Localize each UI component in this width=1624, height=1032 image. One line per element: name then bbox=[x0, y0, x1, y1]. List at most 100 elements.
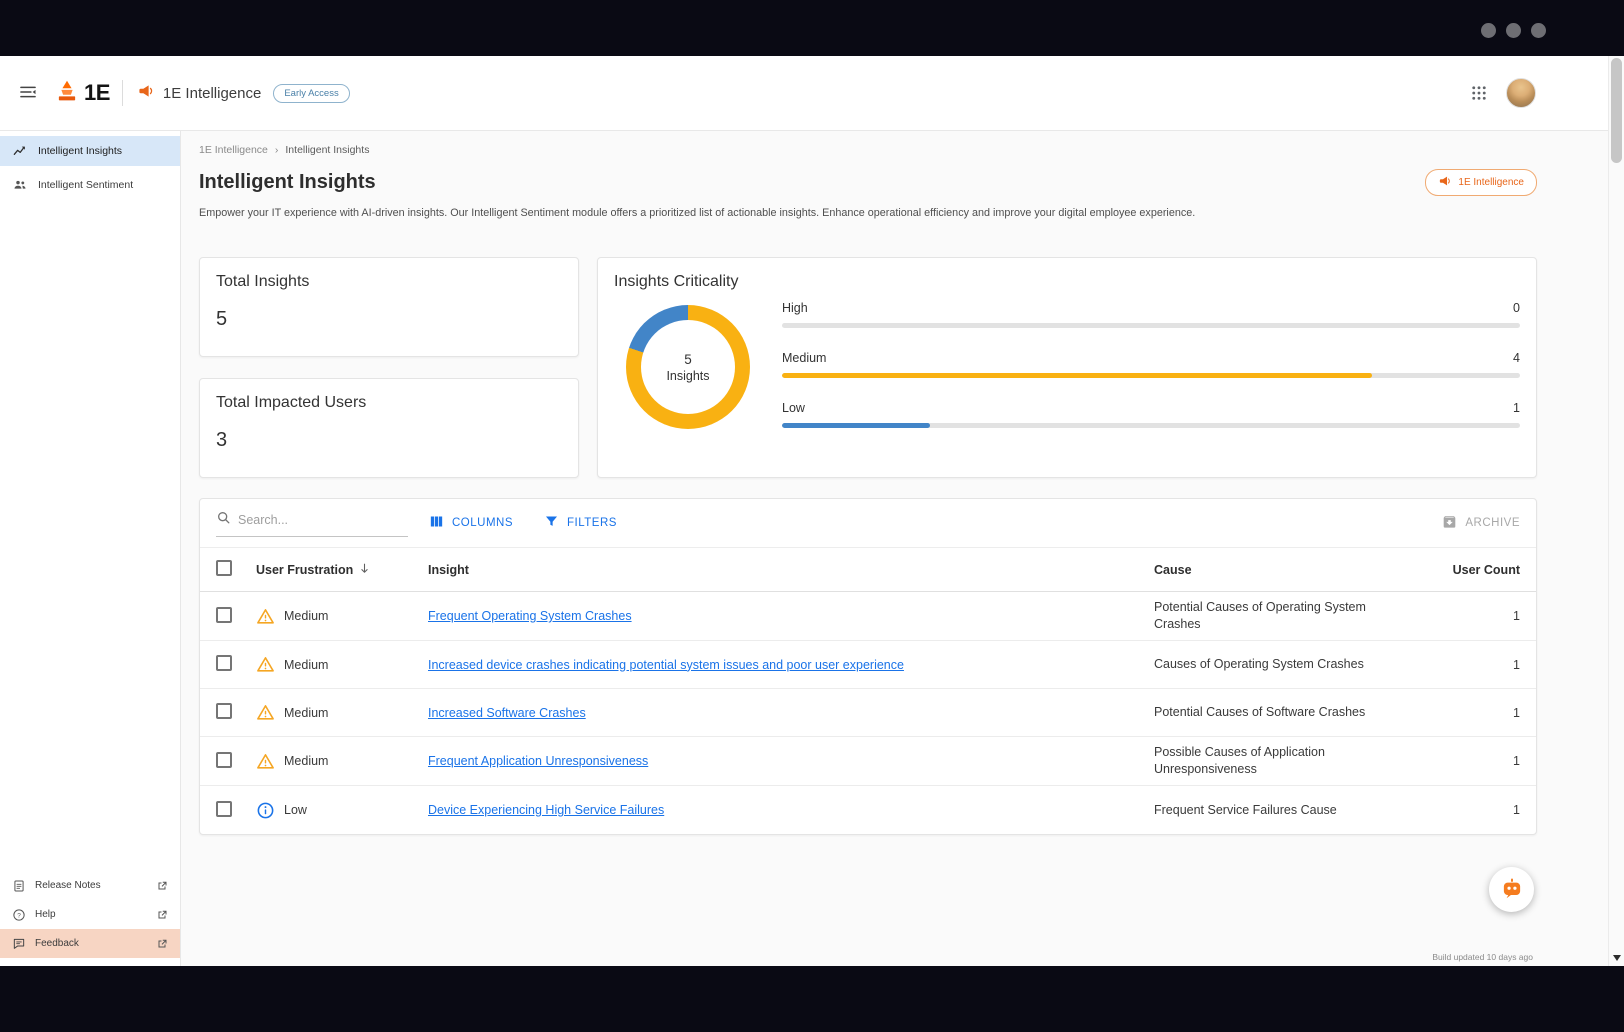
user-frustration-cell: Medium bbox=[256, 752, 428, 771]
sidebar-item-intelligent-insights[interactable]: Intelligent Insights bbox=[0, 136, 180, 166]
select-all-checkbox[interactable] bbox=[216, 560, 232, 576]
archive-button[interactable]: ARCHIVE bbox=[1441, 513, 1520, 533]
sidebar-item-release-notes[interactable]: Release Notes bbox=[0, 871, 180, 900]
table-row: Medium Frequent Application Unresponsive… bbox=[200, 737, 1536, 786]
sidebar-footer: Release Notes ? Help bbox=[0, 871, 180, 958]
user-frustration-cell: Medium bbox=[256, 703, 428, 722]
row-checkbox[interactable] bbox=[216, 607, 232, 623]
column-header-user-count[interactable]: User Count bbox=[1424, 563, 1520, 577]
sidebar-item-intelligent-sentiment[interactable]: Intelligent Sentiment bbox=[0, 170, 180, 200]
criticality-label: Medium bbox=[782, 350, 826, 367]
scrollbar-thumb[interactable] bbox=[1611, 58, 1622, 163]
app-window: 1E 1E Intelligence Early Access Int bbox=[0, 56, 1624, 966]
warning-icon bbox=[256, 752, 275, 771]
row-checkbox[interactable] bbox=[216, 655, 232, 671]
columns-icon bbox=[428, 513, 445, 533]
table-row: Medium Frequent Operating System Crashes… bbox=[200, 592, 1536, 641]
total-impacted-users-value: 3 bbox=[216, 429, 562, 452]
insights-criticality-card: Insights Criticality 5 Insights bbox=[597, 257, 1537, 478]
user-count-cell: 1 bbox=[1424, 754, 1520, 768]
megaphone-icon bbox=[1438, 174, 1452, 191]
progress-fill bbox=[782, 423, 930, 428]
columns-button[interactable]: COLUMNS bbox=[428, 513, 513, 533]
criticality-value: 1 bbox=[1513, 400, 1520, 417]
header-divider bbox=[122, 80, 123, 106]
breadcrumb: 1E Intelligence › Intelligent Insights bbox=[199, 144, 1537, 156]
window-control-dot[interactable] bbox=[1506, 23, 1521, 38]
progress-track bbox=[782, 323, 1520, 328]
insight-link[interactable]: Increased Software Crashes bbox=[428, 706, 586, 720]
severity-label: Medium bbox=[284, 609, 328, 623]
1e-intelligence-badge[interactable]: 1E Intelligence bbox=[1425, 169, 1537, 196]
severity-label: Medium bbox=[284, 754, 328, 768]
cause-cell: Frequent Service Failures Cause bbox=[1154, 795, 1392, 826]
warning-icon bbox=[256, 703, 275, 722]
column-header-cause[interactable]: Cause bbox=[1154, 563, 1424, 577]
badge-label: 1E Intelligence bbox=[1458, 177, 1524, 188]
column-header-insight[interactable]: Insight bbox=[428, 563, 1154, 577]
avatar[interactable] bbox=[1506, 78, 1536, 108]
criticality-bar-high: High 0 bbox=[782, 300, 1520, 328]
window-control-dot[interactable] bbox=[1481, 23, 1496, 38]
donut-center: 5 Insights bbox=[641, 320, 735, 414]
total-insights-card: Total Insights 5 bbox=[199, 257, 579, 357]
total-insights-value: 5 bbox=[216, 308, 562, 331]
filters-button[interactable]: FILTERS bbox=[543, 513, 617, 533]
main-content: 1E Intelligence › Intelligent Insights I… bbox=[181, 131, 1624, 966]
card-title: Total Impacted Users bbox=[216, 394, 562, 412]
insight-link[interactable]: Device Experiencing High Service Failure… bbox=[428, 803, 664, 817]
search-box[interactable] bbox=[216, 510, 408, 537]
insights-table-card: COLUMNS FILTERS bbox=[199, 498, 1537, 835]
user-count-cell: 1 bbox=[1424, 706, 1520, 720]
sort-descending-icon bbox=[357, 561, 372, 579]
progress-track bbox=[782, 373, 1520, 378]
insight-link[interactable]: Frequent Application Unresponsiveness bbox=[428, 754, 648, 768]
sidebar: Intelligent Insights Intelligent Sentime… bbox=[0, 131, 181, 966]
people-icon bbox=[12, 177, 28, 193]
table-row: Low Device Experiencing High Service Fai… bbox=[200, 786, 1536, 834]
insight-link[interactable]: Frequent Operating System Crashes bbox=[428, 609, 632, 623]
row-checkbox[interactable] bbox=[216, 801, 232, 817]
warning-icon bbox=[256, 655, 275, 674]
severity-label: Medium bbox=[284, 658, 328, 672]
columns-button-label: COLUMNS bbox=[452, 517, 513, 529]
archive-button-label: ARCHIVE bbox=[1465, 517, 1520, 529]
table-row: Medium Increased Software Crashes Potent… bbox=[200, 689, 1536, 737]
page-title: Intelligent Insights bbox=[199, 171, 376, 194]
sidebar-item-feedback[interactable]: Feedback bbox=[0, 929, 180, 958]
apps-grid-icon[interactable] bbox=[1466, 80, 1492, 106]
external-link-icon bbox=[156, 938, 168, 950]
sidebar-item-help[interactable]: ? Help bbox=[0, 900, 180, 929]
chevron-right-icon: › bbox=[275, 144, 279, 156]
row-checkbox[interactable] bbox=[216, 703, 232, 719]
vertical-scrollbar[interactable] bbox=[1608, 56, 1624, 966]
screen: 1E 1E Intelligence Early Access Int bbox=[0, 0, 1624, 1032]
sidebar-item-label: Intelligent Insights bbox=[38, 145, 122, 157]
criticality-bar-medium: Medium 4 bbox=[782, 350, 1520, 378]
assistant-fab-button[interactable] bbox=[1489, 867, 1534, 912]
window-title-bar bbox=[0, 0, 1624, 56]
column-header-user-frustration[interactable]: User Frustration bbox=[256, 561, 428, 579]
document-icon bbox=[12, 879, 26, 893]
user-count-cell: 1 bbox=[1424, 803, 1520, 817]
search-input[interactable] bbox=[238, 513, 393, 527]
progress-fill bbox=[782, 373, 1372, 378]
1e-logo-mark-icon bbox=[54, 78, 80, 109]
insights-chart-icon bbox=[12, 143, 28, 159]
scrollbar-down-button[interactable] bbox=[1609, 950, 1624, 965]
donut-center-value: 5 bbox=[684, 352, 692, 367]
insight-link[interactable]: Increased device crashes indicating pote… bbox=[428, 658, 904, 672]
app-header: 1E 1E Intelligence Early Access bbox=[0, 56, 1624, 131]
table-toolbar: COLUMNS FILTERS bbox=[200, 499, 1536, 547]
window-control-dot[interactable] bbox=[1531, 23, 1546, 38]
1e-logo: 1E bbox=[54, 78, 110, 109]
criticality-donut-chart: 5 Insights bbox=[626, 305, 750, 429]
row-checkbox[interactable] bbox=[216, 752, 232, 768]
feedback-speech-bubble-icon bbox=[12, 937, 26, 951]
breadcrumb-root[interactable]: 1E Intelligence bbox=[199, 144, 268, 156]
cause-cell: Potential Causes of Software Crashes bbox=[1154, 697, 1392, 728]
sidebar-toggle-button[interactable] bbox=[12, 76, 44, 111]
table-row: Medium Increased device crashes indicati… bbox=[200, 641, 1536, 689]
filters-button-label: FILTERS bbox=[567, 517, 617, 529]
window-controls bbox=[1481, 23, 1546, 38]
